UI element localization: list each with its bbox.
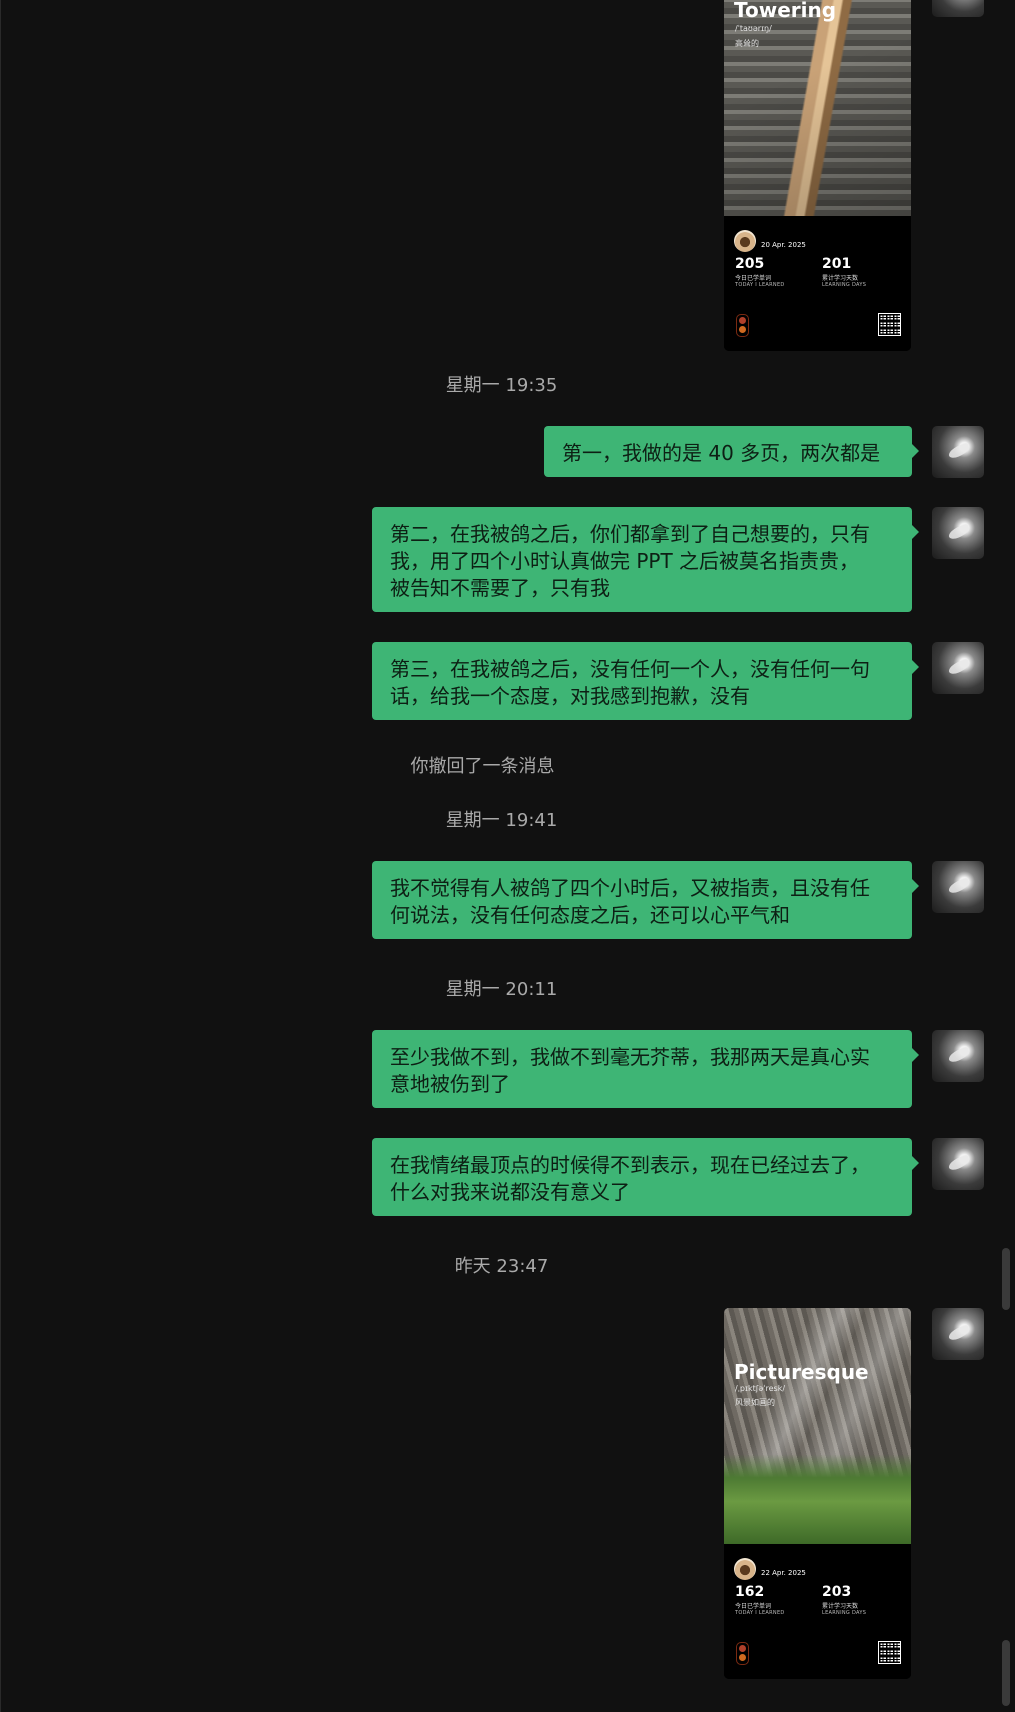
card-date: 20 Apr. 2025	[761, 241, 806, 249]
card-footer: 20 Apr. 2025 205 今日已学单词 TODAY I LEARNED …	[724, 216, 911, 351]
days-count: 203	[822, 1584, 852, 1600]
my-avatar[interactable]	[932, 1138, 984, 1190]
learned-count: 162	[735, 1584, 765, 1600]
qr-code-icon	[878, 1641, 901, 1664]
days-label-cn: 累计学习天数	[822, 1603, 859, 1610]
card-meaning: 风景如画的	[735, 1398, 775, 1407]
app-logo-icon	[736, 1642, 749, 1665]
image-message-card[interactable]: Towering /ˈtaʊərɪŋ/ 高耸的 20 Apr. 2025 205…	[724, 0, 911, 351]
timestamp: 星期一 19:41	[445, 810, 558, 831]
my-avatar[interactable]	[932, 642, 984, 694]
learned-label-cn: 今日已学单词	[735, 275, 772, 282]
card-phonetic: /ˈtaʊərɪŋ/	[735, 24, 772, 33]
message-bubble[interactable]: 在我情绪最顶点的时候得不到表示，现在已经过去了， 什么对我来说都没有意义了	[372, 1138, 919, 1216]
my-avatar[interactable]	[932, 426, 984, 478]
my-avatar[interactable]	[932, 861, 984, 913]
card-photo: Picturesque /ˌpɪktʃəˈresk/ 风景如画的	[724, 1308, 911, 1544]
learned-label-en: TODAY I LEARNED	[735, 282, 785, 288]
recall-notice: 你撤回了一条消息	[410, 756, 555, 777]
card-meaning: 高耸的	[735, 39, 759, 48]
learned-label-en: TODAY I LEARNED	[735, 1610, 785, 1616]
window-border	[0, 0, 1, 1712]
days-label-cn: 累计学习天数	[822, 275, 859, 282]
learned-count: 205	[735, 256, 765, 272]
card-footer: 22 Apr. 2025 162 今日已学单词 TODAY I LEARNED …	[724, 1544, 911, 1679]
days-label-en: LEARNING DAYS	[822, 282, 867, 288]
timestamp: 昨天 23:47	[454, 1256, 549, 1277]
card-date: 22 Apr. 2025	[761, 1569, 806, 1577]
timestamp: 星期一 19:35	[445, 375, 558, 396]
message-bubble[interactable]: 第三，在我被鸽之后，没有任何一个人，没有任何一句 话，给我一个态度，对我感到抱歉…	[372, 642, 919, 720]
card-word-title: Towering	[734, 0, 837, 22]
qr-code-icon	[878, 313, 901, 336]
card-avatar	[734, 230, 756, 252]
days-label-en: LEARNING DAYS	[822, 1610, 867, 1616]
my-avatar[interactable]	[932, 1308, 984, 1360]
card-avatar	[734, 1558, 756, 1580]
scrollbar-thumb[interactable]	[1002, 1640, 1010, 1706]
message-bubble[interactable]: 我不觉得有人被鸽了四个小时后，又被指责，且没有任 何说法，没有任何态度之后，还可…	[372, 861, 919, 939]
card-phonetic: /ˌpɪktʃəˈresk/	[735, 1384, 786, 1393]
message-bubble[interactable]: 第一，我做的是 40 多页，两次都是	[544, 426, 919, 477]
timestamp: 星期一 20:11	[445, 979, 558, 1000]
my-avatar[interactable]	[932, 0, 984, 17]
my-avatar[interactable]	[932, 507, 984, 559]
card-photo: Towering /ˈtaʊərɪŋ/ 高耸的	[724, 0, 911, 216]
learned-label-cn: 今日已学单词	[735, 1603, 772, 1610]
my-avatar[interactable]	[932, 1030, 984, 1082]
app-logo-icon	[736, 314, 749, 337]
days-count: 201	[822, 256, 852, 272]
image-message-card[interactable]: Picturesque /ˌpɪktʃəˈresk/ 风景如画的 22 Apr.…	[724, 1308, 911, 1679]
message-bubble[interactable]: 第二，在我被鸽之后，你们都拿到了自己想要的，只有 我，用了四个小时认真做完 PP…	[372, 507, 919, 612]
message-bubble[interactable]: 至少我做不到，我做不到毫无芥蒂，我那两天是真心实 意地被伤到了	[372, 1030, 919, 1108]
card-word-title: Picturesque	[734, 1360, 869, 1384]
scrollbar-thumb[interactable]	[1002, 1248, 1010, 1310]
